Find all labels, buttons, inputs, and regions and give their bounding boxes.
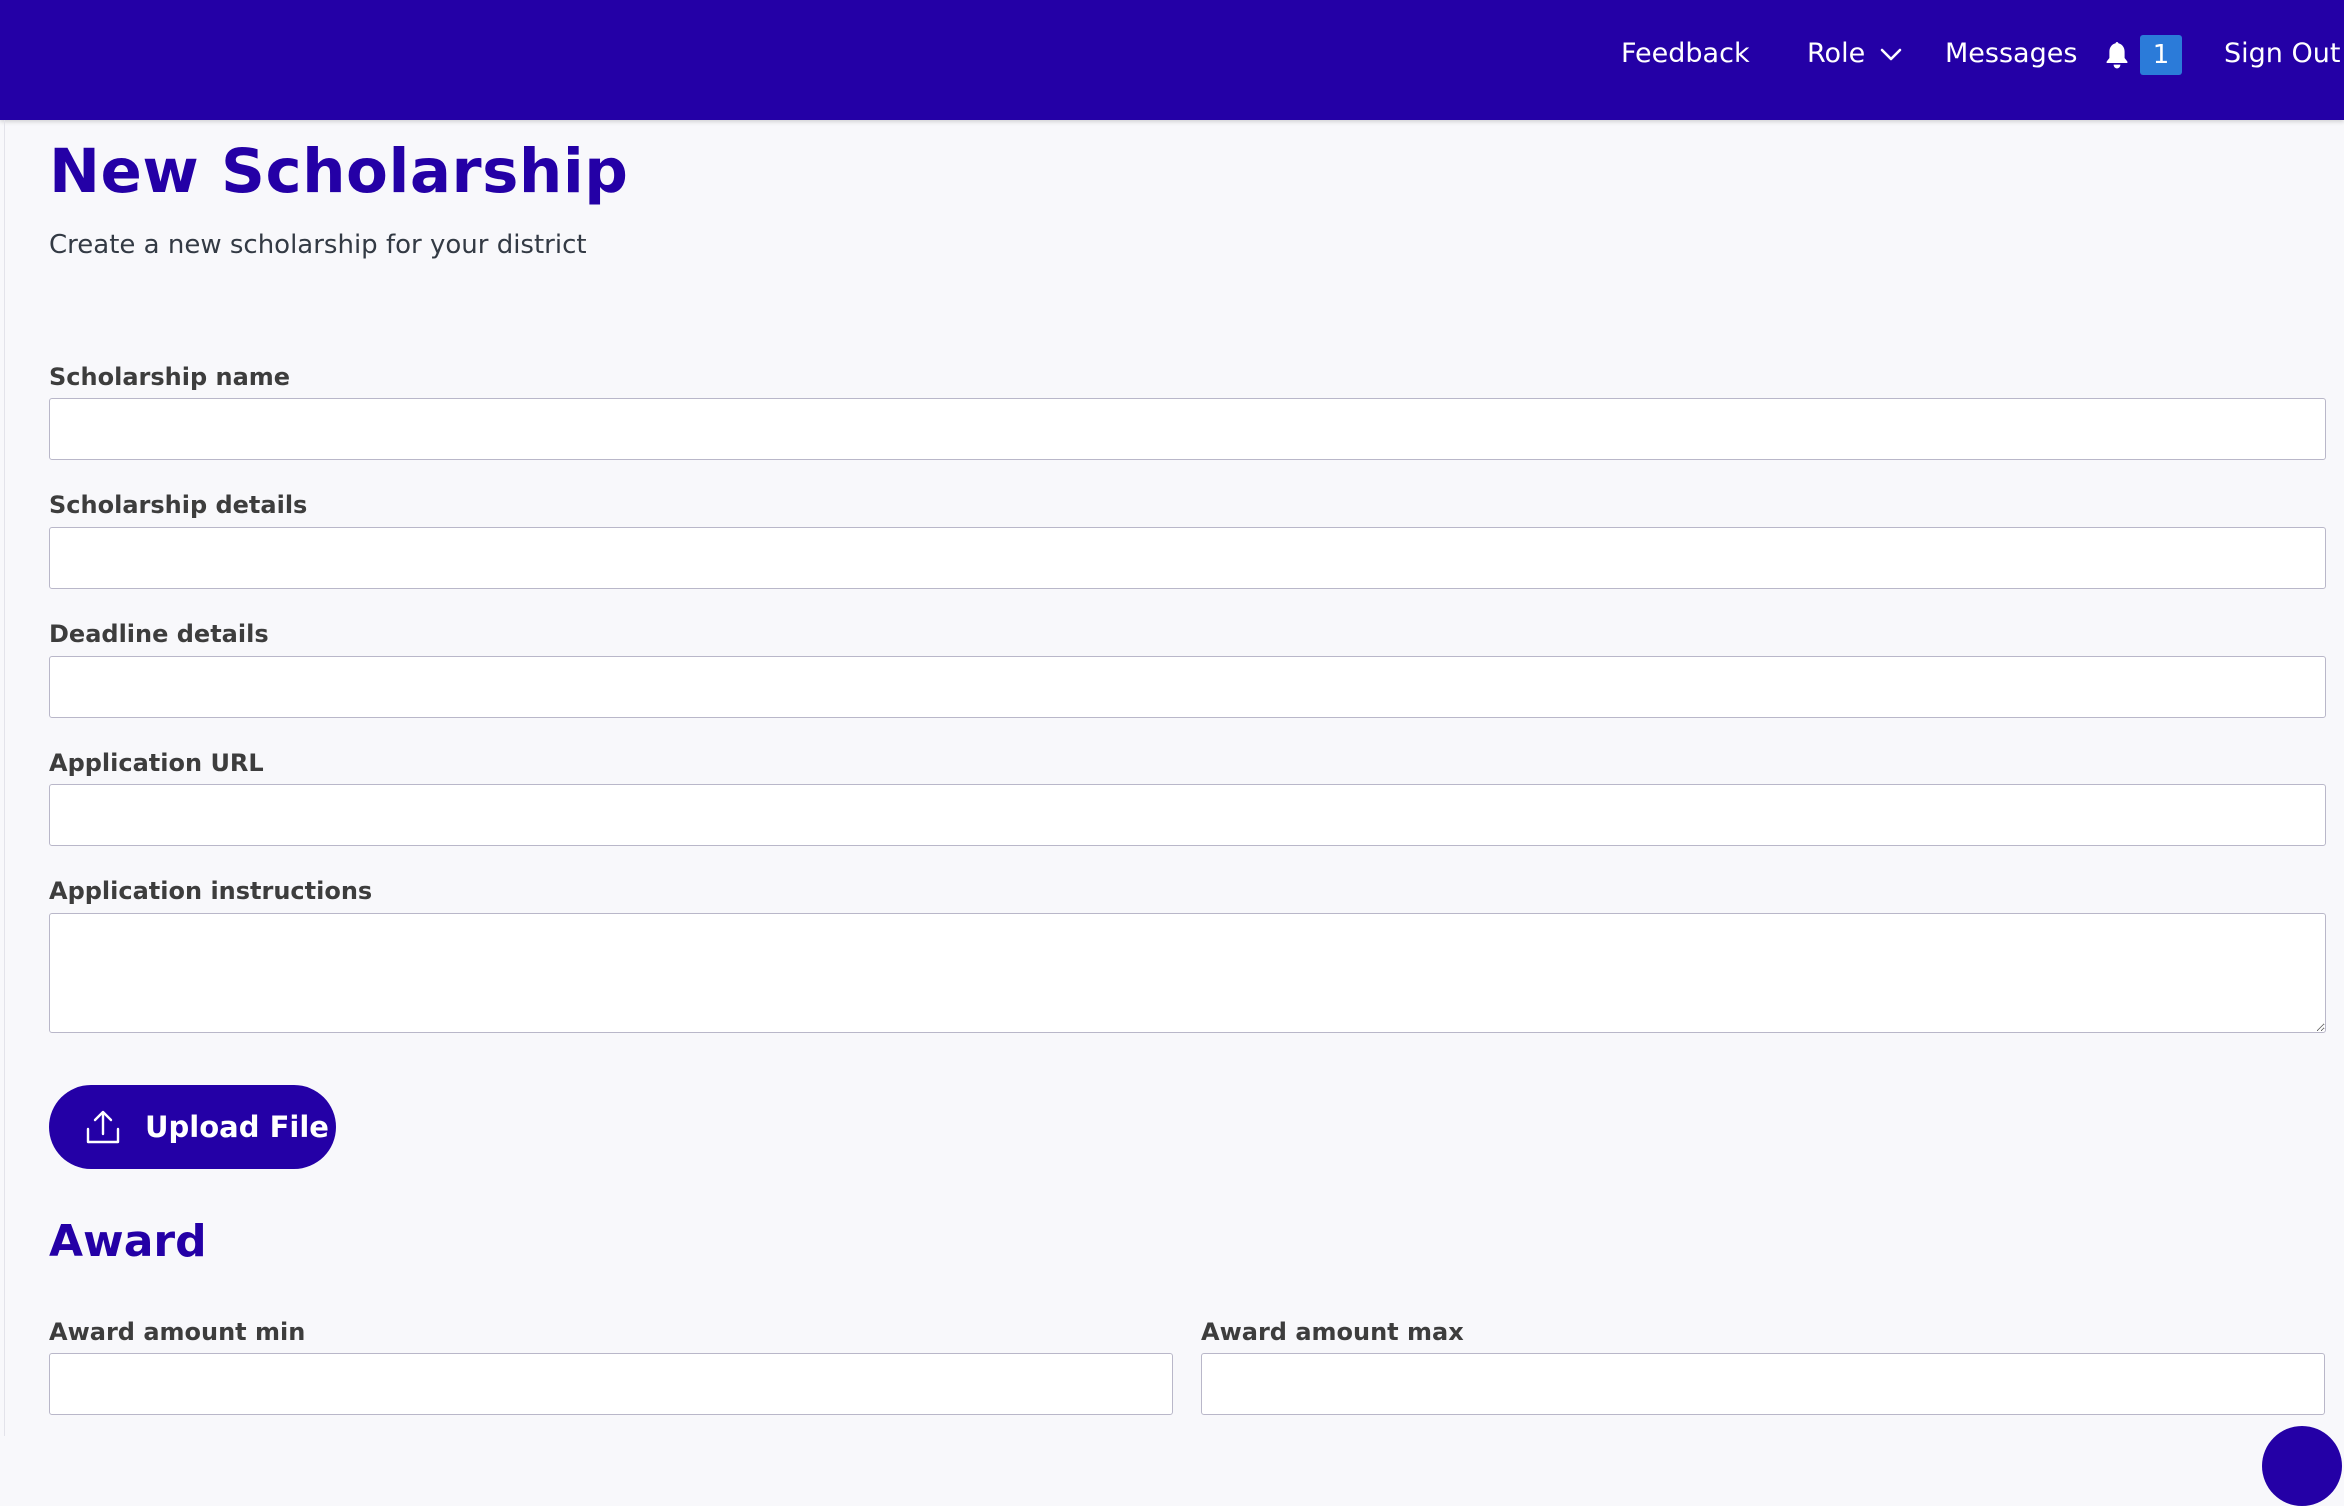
award-amount-min-input[interactable]: [49, 1353, 1173, 1415]
scholarship-details-input[interactable]: [49, 527, 2326, 589]
scholarship-details-label: Scholarship details: [49, 491, 308, 519]
award-amount-max-label: Award amount max: [1201, 1318, 1464, 1346]
upload-file-label: Upload File: [145, 1110, 329, 1144]
award-amount-max-input[interactable]: [1201, 1353, 2325, 1415]
application-instructions-textarea[interactable]: [49, 913, 2326, 1033]
page-subtitle: Create a new scholarship for your distri…: [49, 230, 587, 260]
top-navigation-bar: Feedback Role Messages 1 Sign Out: [0, 0, 2344, 120]
feedback-link[interactable]: Feedback: [1621, 34, 1750, 74]
role-dropdown[interactable]: Role: [1807, 34, 1903, 74]
scholarship-name-label: Scholarship name: [49, 363, 291, 391]
application-url-input[interactable]: [49, 784, 2326, 846]
award-amount-min-label: Award amount min: [49, 1318, 306, 1346]
deadline-details-input[interactable]: [49, 656, 2326, 718]
floating-action-button[interactable]: [2262, 1426, 2342, 1506]
scholarship-name-input[interactable]: [49, 398, 2326, 460]
award-section-heading: Award: [49, 1216, 207, 1267]
chevron-down-icon: [1880, 48, 1902, 61]
page-title: New Scholarship: [49, 136, 629, 207]
application-url-label: Application URL: [49, 749, 264, 777]
role-label: Role: [1807, 38, 1866, 69]
upload-file-button[interactable]: Upload File: [49, 1085, 336, 1169]
upload-icon: [86, 1110, 120, 1144]
bell-icon[interactable]: [2104, 40, 2130, 70]
notification-count-badge[interactable]: 1: [2140, 35, 2182, 75]
sign-out-link[interactable]: Sign Out: [2224, 34, 2340, 74]
application-instructions-label: Application instructions: [49, 877, 373, 905]
left-divider: [4, 120, 5, 1436]
deadline-details-label: Deadline details: [49, 620, 269, 648]
messages-link[interactable]: Messages: [1945, 34, 2077, 74]
